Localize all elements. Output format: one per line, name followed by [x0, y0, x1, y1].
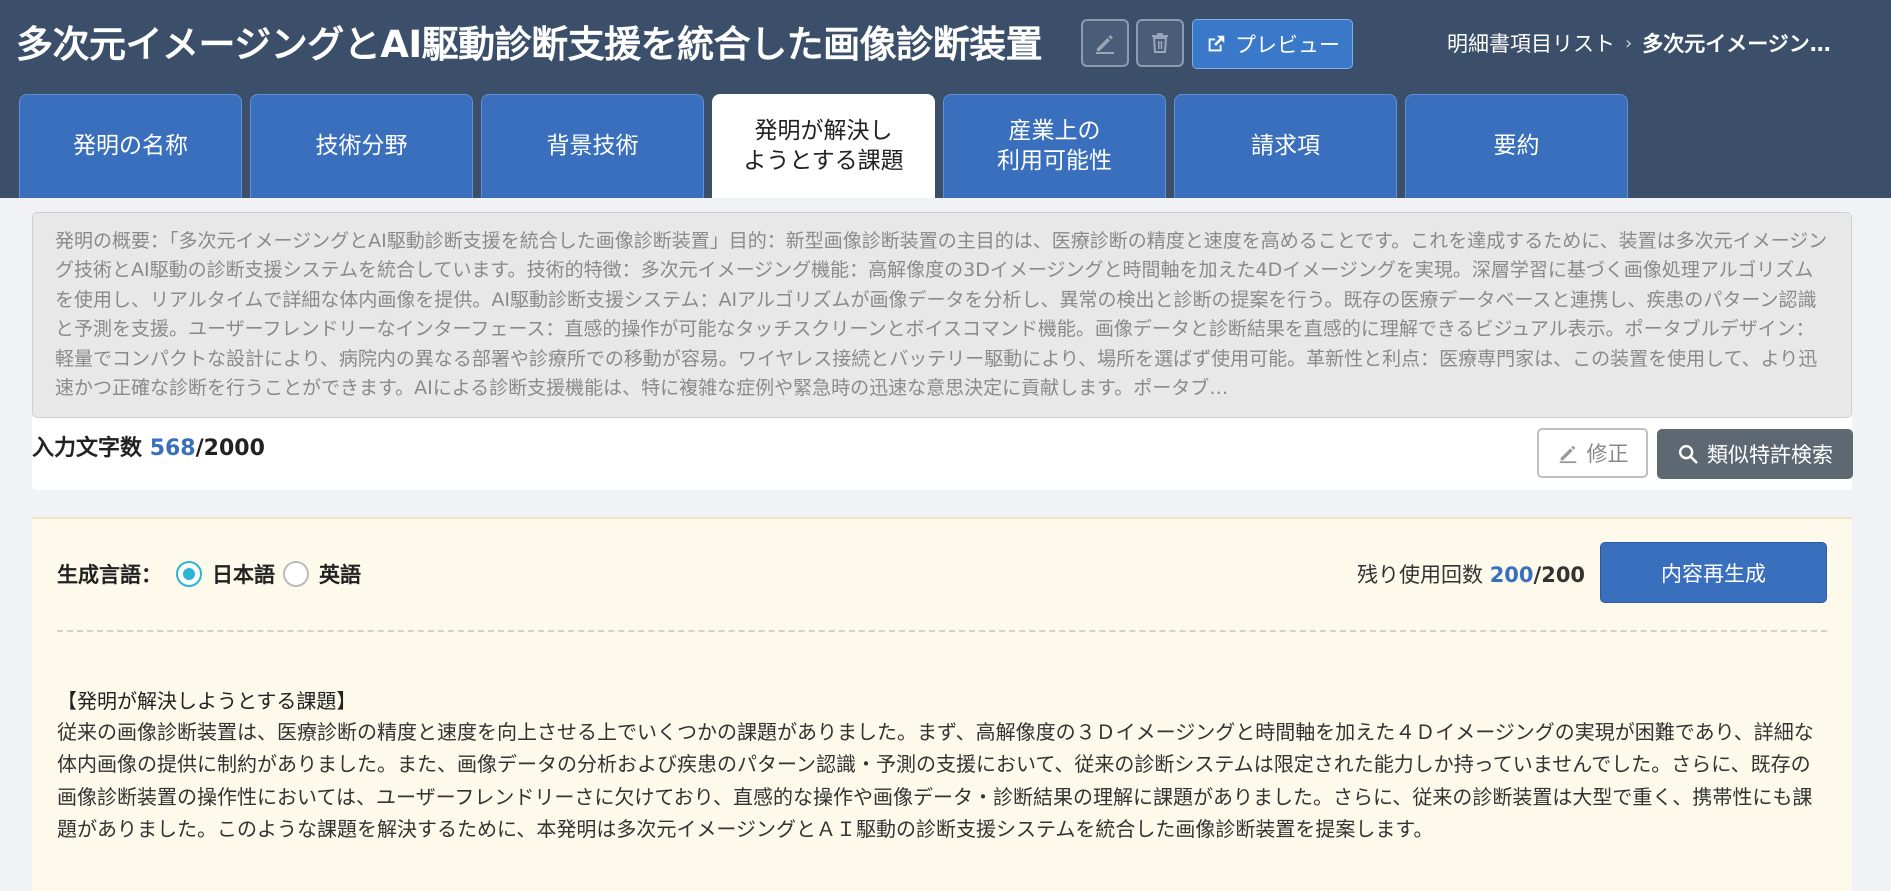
- char-count-value: 568: [149, 436, 196, 461]
- char-count-max: /2000: [195, 436, 265, 461]
- tab-industrial-applicability[interactable]: 産業上の 利用可能性: [943, 94, 1166, 198]
- preview-label: プレビュー: [1235, 33, 1340, 57]
- char-count-label: 入力文字数: [32, 436, 143, 461]
- radio-japanese-label[interactable]: 日本語: [212, 559, 275, 589]
- page-title: 多次元イメージングとAI駆動診断支援を統合した画像診断装置: [16, 23, 1043, 66]
- breadcrumb-current: 多次元イメージン…: [1642, 32, 1831, 56]
- search-label: 類似特許検索: [1707, 443, 1833, 467]
- app-header: 多次元イメージングとAI駆動診断支援を統合した画像診断装置 プレビュー 明細書項…: [0, 0, 1891, 198]
- edit-summary-button[interactable]: 修正: [1537, 428, 1648, 478]
- breadcrumb-parent-link[interactable]: 明細書項目リスト: [1447, 28, 1615, 58]
- pencil-icon: [1559, 445, 1576, 464]
- result-heading: 【発明が解決しようとする課題】: [57, 689, 357, 713]
- invention-summary-textarea[interactable]: 発明の概要：「多次元イメージングとAI駆動診断支援を統合した画像診断装置」目的：…: [32, 212, 1852, 418]
- breadcrumb-separator: ›: [1625, 32, 1633, 54]
- char-count: 入力文字数 568/2000: [32, 430, 265, 462]
- tab-background-art[interactable]: 背景技術: [481, 94, 704, 198]
- trash-icon: [1152, 33, 1168, 53]
- tab-problem-to-solve[interactable]: 発明が解決し ようとする課題: [712, 94, 935, 198]
- pencil-icon: [1096, 35, 1114, 54]
- remaining-label: 残り使用回数: [1357, 563, 1483, 587]
- tab-abstract[interactable]: 要約: [1405, 94, 1628, 198]
- radio-japanese[interactable]: [176, 561, 202, 587]
- remaining-value: 200: [1489, 563, 1534, 587]
- external-link-icon: [1208, 35, 1225, 52]
- tab-invention-title[interactable]: 発明の名称: [19, 94, 242, 198]
- tab-technical-field[interactable]: 技術分野: [250, 94, 473, 198]
- generation-panel: 生成言語： 日本語 英語 残り使用回数 200/200 内容再生成 【発明が解決…: [32, 517, 1852, 891]
- language-label: 生成言語：: [57, 563, 162, 587]
- remaining-max: /200: [1533, 563, 1586, 587]
- edit-title-button[interactable]: [1081, 19, 1129, 67]
- edit-label: 修正: [1586, 442, 1629, 466]
- similar-patent-search-button[interactable]: 類似特許検索: [1657, 429, 1853, 479]
- remaining-uses: 残り使用回数 200/200: [1357, 559, 1585, 589]
- preview-button[interactable]: プレビュー: [1192, 19, 1353, 69]
- delete-button[interactable]: [1136, 19, 1184, 67]
- language-selector: 生成言語： 日本語 英語: [57, 559, 361, 589]
- radio-english-label[interactable]: 英語: [319, 559, 361, 589]
- tab-claims[interactable]: 請求項: [1174, 94, 1397, 198]
- result-body: 従来の画像診断装置は、医療診断の精度と速度を向上させる上でいくつかの課題がありま…: [57, 720, 1814, 842]
- breadcrumb: 明細書項目リスト › 多次元イメージン…: [1447, 28, 1831, 58]
- dashed-divider: [57, 630, 1827, 632]
- regenerate-button[interactable]: 内容再生成: [1600, 542, 1827, 603]
- search-icon: [1679, 445, 1698, 464]
- radio-english[interactable]: [283, 561, 309, 587]
